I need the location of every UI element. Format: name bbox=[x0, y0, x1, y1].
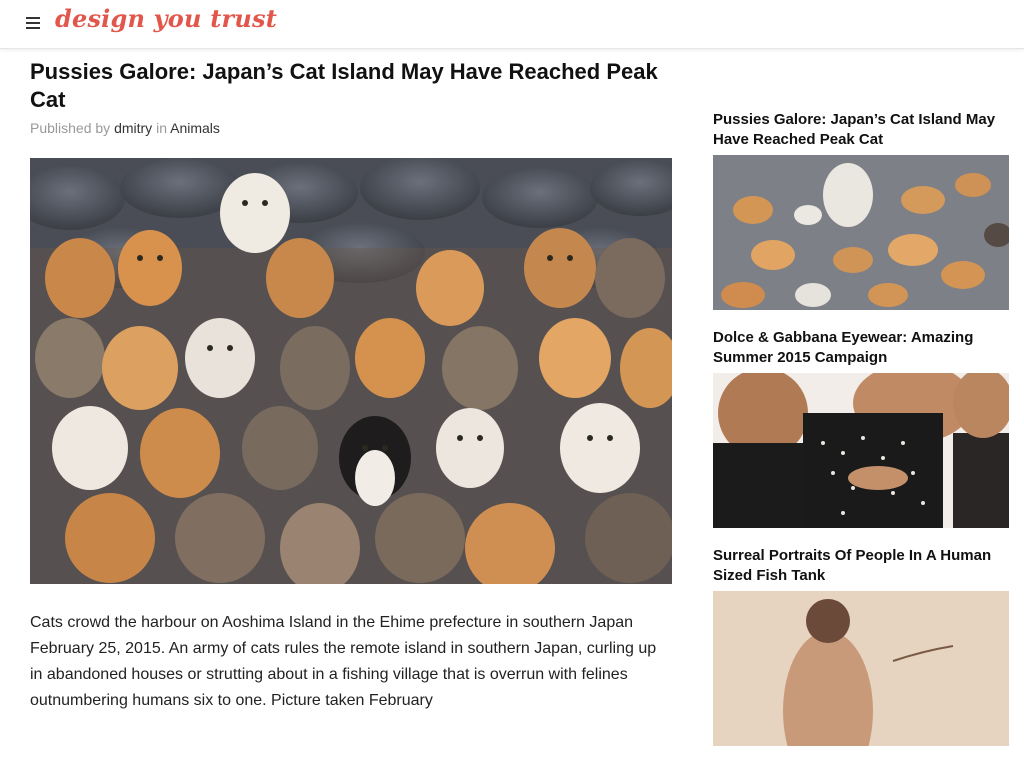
top-bar: design you trust bbox=[0, 0, 1024, 49]
sidebar-card-title[interactable]: Pussies Galore: Japan’s Cat Island May H… bbox=[713, 110, 1009, 150]
sidebar-card-image[interactable] bbox=[713, 155, 1009, 310]
author-link[interactable]: dmitry bbox=[114, 120, 152, 136]
sidebar-card-image[interactable] bbox=[713, 373, 1009, 528]
sidebar-card[interactable]: Pussies Galore: Japan’s Cat Island May H… bbox=[713, 110, 1009, 310]
cats-harbour-photo bbox=[30, 158, 672, 584]
fish-tank-portrait-photo bbox=[713, 591, 1009, 746]
cats-ground-photo bbox=[713, 155, 1009, 310]
byline: Published by dmitry in Animals bbox=[30, 120, 672, 136]
hamburger-menu-icon[interactable] bbox=[26, 17, 40, 29]
sidebar-card-title[interactable]: Surreal Portraits Of People In A Human S… bbox=[713, 546, 1009, 586]
byline-prefix: Published by bbox=[30, 120, 111, 136]
category-link[interactable]: Animals bbox=[170, 120, 220, 136]
article-body: Cats crowd the harbour on Aoshima Island… bbox=[30, 614, 657, 709]
byline-in: in bbox=[156, 120, 167, 136]
sidebar-card[interactable]: Dolce & Gabbana Eyewear: Amazing Summer … bbox=[713, 328, 1009, 528]
sidebar-card[interactable]: Surreal Portraits Of People In A Human S… bbox=[713, 546, 1009, 746]
eyewear-campaign-photo bbox=[713, 373, 1009, 528]
sidebar-card-title[interactable]: Dolce & Gabbana Eyewear: Amazing Summer … bbox=[713, 328, 1009, 368]
sidebar: Pussies Galore: Japan’s Cat Island May H… bbox=[713, 110, 1009, 764]
site-logo[interactable]: design you trust bbox=[55, 4, 277, 33]
article: Pussies Galore: Japan’s Cat Island May H… bbox=[30, 58, 672, 730]
sidebar-card-image[interactable] bbox=[713, 591, 1009, 746]
article-title: Pussies Galore: Japan’s Cat Island May H… bbox=[30, 59, 658, 112]
hero-image bbox=[30, 158, 672, 584]
